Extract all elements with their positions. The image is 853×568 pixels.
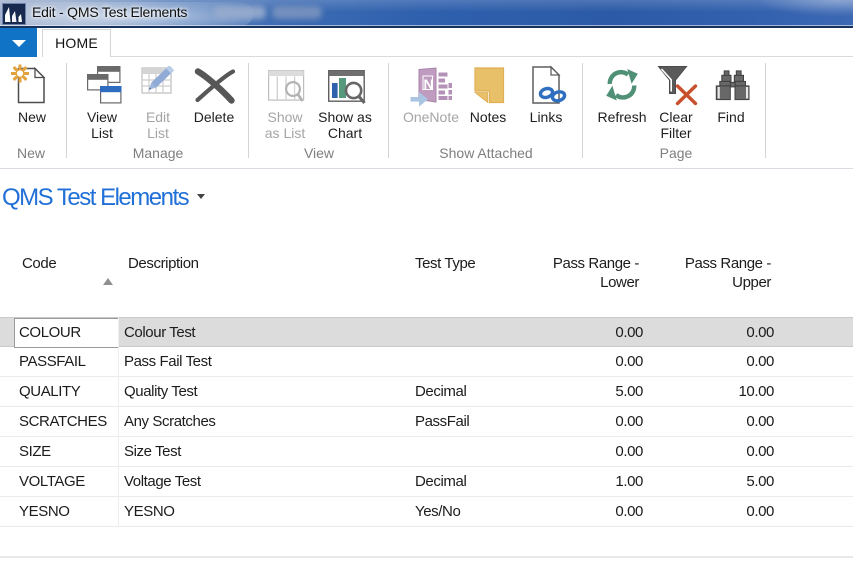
svg-text:N: N	[424, 76, 434, 92]
